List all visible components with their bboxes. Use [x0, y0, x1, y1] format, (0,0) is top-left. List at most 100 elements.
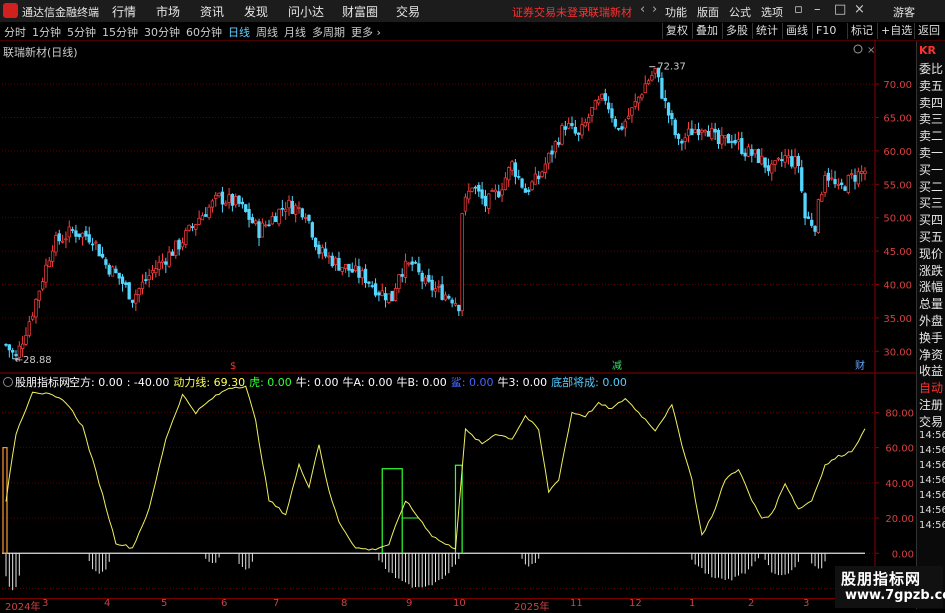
- close-icon[interactable]: ×: [854, 2, 865, 17]
- date-label-0: 2024年: [5, 602, 41, 613]
- toolbar-btn-5[interactable]: F10: [812, 23, 839, 39]
- menu-function[interactable]: 功能: [665, 4, 687, 20]
- candle-body: [50, 250, 55, 262]
- user-guest[interactable]: 游客: [893, 4, 915, 20]
- side-item-25[interactable]: 14:56: [919, 460, 945, 471]
- side-item-3[interactable]: 卖四: [919, 94, 943, 111]
- side-item-4[interactable]: 卖三: [919, 110, 943, 127]
- candle-body: [187, 224, 191, 231]
- indicator-tick-label: 80.00: [885, 408, 914, 419]
- side-item-5[interactable]: 卖二: [919, 127, 943, 144]
- back-arrow-icon[interactable]: ‹: [640, 2, 645, 17]
- toolbar-btn-3[interactable]: 统计: [752, 23, 781, 39]
- side-item-23[interactable]: 14:56: [919, 430, 945, 441]
- side-item-27[interactable]: 14:56: [919, 490, 945, 501]
- candle-body: [480, 189, 484, 199]
- candle-body: [713, 128, 717, 133]
- toolbar-btn-6[interactable]: 标记: [847, 23, 876, 39]
- menu-news[interactable]: 资讯: [200, 3, 224, 20]
- menu-layout[interactable]: 版面: [697, 4, 719, 20]
- toolbar-btn-4[interactable]: 画线: [782, 23, 811, 39]
- candle-body: [170, 251, 175, 256]
- side-item-21[interactable]: 注册: [919, 396, 943, 413]
- period-tab-9[interactable]: 多周期: [312, 24, 345, 40]
- candle-body: [580, 124, 584, 136]
- side-item-11[interactable]: 买五: [919, 228, 943, 245]
- toolbar-btn-8[interactable]: 返回: [914, 23, 943, 39]
- side-item-17[interactable]: 换手: [919, 329, 943, 346]
- candle-body: [863, 170, 867, 174]
- date-label-4: 6: [221, 598, 228, 609]
- period-tab-5[interactable]: 60分钟: [186, 24, 222, 40]
- menu-formula[interactable]: 公式: [729, 4, 751, 20]
- period-tab-8[interactable]: 月线: [284, 24, 306, 40]
- kline-chart[interactable]: 70.00 65.00 60.00 55.00 50.00 45.00 40.00 35.00…: [0, 40, 916, 600]
- menu-market[interactable]: 行情: [112, 3, 136, 20]
- menu-options[interactable]: 选项: [761, 4, 783, 20]
- indicator-settings-icon[interactable]: [3, 377, 13, 387]
- candle-body: [746, 146, 751, 157]
- period-tab-2[interactable]: 5分钟: [67, 24, 96, 40]
- toolbar-btn-2[interactable]: 多股: [722, 23, 751, 39]
- side-item-9[interactable]: 买三: [919, 194, 943, 211]
- side-item-1[interactable]: 委比: [919, 60, 943, 77]
- period-tab-10[interactable]: 更多 ›: [351, 24, 381, 40]
- side-item-28[interactable]: 14:56: [919, 505, 945, 516]
- toolbar-btn-1[interactable]: 叠加: [692, 23, 721, 39]
- side-item-0[interactable]: KR: [919, 44, 936, 57]
- date-axis: 2024年3456789102025年111212345: [0, 598, 916, 613]
- side-item-22[interactable]: 交易: [919, 413, 943, 430]
- indicator-field-3: 虎: 0.00: [249, 376, 292, 389]
- period-tab-1[interactable]: 1分钟: [32, 24, 61, 40]
- side-item-16[interactable]: 外盘: [919, 312, 943, 329]
- candle-body: [140, 281, 145, 289]
- candle-body: [860, 171, 864, 174]
- period-tab-3[interactable]: 15分钟: [102, 24, 138, 40]
- side-item-19[interactable]: 收益: [919, 362, 943, 379]
- side-item-14[interactable]: 涨幅: [919, 278, 943, 295]
- candle-body: [843, 186, 847, 191]
- candle-body: [606, 102, 611, 110]
- menu-wealth[interactable]: 财富圈: [342, 3, 378, 20]
- side-item-2[interactable]: 卖五: [919, 77, 943, 94]
- candle-body: [373, 283, 378, 296]
- period-tab-4[interactable]: 30分钟: [144, 24, 180, 40]
- side-item-10[interactable]: 买四: [919, 211, 943, 228]
- menu-markets[interactable]: 市场: [156, 3, 180, 20]
- period-tab-0[interactable]: 分时: [4, 24, 26, 40]
- forward-arrow-icon[interactable]: ›: [652, 2, 657, 17]
- side-item-20[interactable]: 自动: [919, 379, 943, 396]
- green-signal-1: [381, 468, 403, 554]
- price-tick-label: 50.00: [883, 214, 912, 225]
- side-item-15[interactable]: 总量: [919, 295, 943, 312]
- login-notice[interactable]: 证券交易未登录: [512, 4, 589, 20]
- side-item-29[interactable]: 14:56: [919, 520, 945, 531]
- toolbar-btn-0[interactable]: 复权: [662, 23, 691, 39]
- side-item-26[interactable]: 14:56: [919, 475, 945, 486]
- side-item-24[interactable]: 14:56: [919, 445, 945, 456]
- period-tab-7[interactable]: 周线: [256, 24, 278, 40]
- side-item-7[interactable]: 买一: [919, 161, 943, 178]
- candle-body: [150, 270, 155, 274]
- candle-body: [210, 200, 215, 208]
- candle-body: [680, 140, 684, 144]
- candle-body: [274, 216, 278, 223]
- side-item-6[interactable]: 卖一: [919, 144, 943, 161]
- side-item-12[interactable]: 现价: [919, 245, 943, 262]
- date-label-12: 1: [689, 598, 696, 609]
- menu-trade[interactable]: 交易: [396, 3, 420, 20]
- side-item-18[interactable]: 净资: [919, 346, 943, 363]
- candle-body: [846, 174, 851, 193]
- indicator-fields: 空方: 0.00: -40.00 动力线: 69.30 虎: 0.00 牛: 0.00…: [69, 374, 631, 390]
- menu-xiaoda[interactable]: 问小达: [288, 3, 324, 20]
- candle-body: [67, 226, 71, 238]
- toolbar-btn-7[interactable]: +自选: [877, 23, 915, 39]
- menu-discover[interactable]: 发现: [244, 3, 268, 20]
- candle-body: [250, 217, 255, 224]
- side-item-13[interactable]: 涨跌: [919, 262, 943, 279]
- maximize-icon[interactable]: □: [834, 2, 846, 17]
- user-icon[interactable]: ▫: [794, 2, 803, 17]
- minimize-icon[interactable]: –: [814, 2, 821, 17]
- period-tab-6[interactable]: 日线: [228, 24, 250, 40]
- side-item-8[interactable]: 买二: [919, 178, 943, 195]
